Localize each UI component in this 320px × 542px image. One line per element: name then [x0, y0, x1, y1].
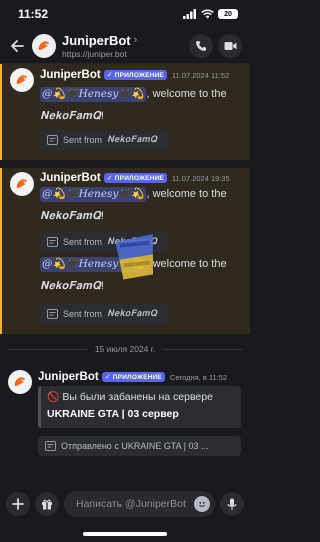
ban-text: Вы были забанены на сервере — [62, 391, 213, 403]
message-avatar[interactable] — [10, 68, 34, 92]
video-icon — [224, 41, 236, 50]
check-icon: ✓ — [106, 175, 113, 182]
arrow-left-icon[interactable] — [8, 37, 26, 55]
message-text: , welcome to the — [146, 188, 227, 200]
add-attachment-button[interactable] — [6, 492, 30, 516]
signal-icon — [183, 9, 196, 19]
server-icon — [45, 441, 56, 451]
message-punct: ! — [100, 280, 104, 292]
sent-from-label: Отправлено с UKRAINE GTA | 03 ... — [61, 441, 209, 451]
header-titles[interactable]: JuniperBot › https://juniper.bot — [62, 33, 184, 59]
sent-from-server: 𝐍𝐞𝐤𝐨𝐅𝐚𝐦𝐐 — [107, 309, 158, 319]
user-mention[interactable]: @💫🖤𝐻𝑒𝑛𝑒𝑠𝑦🖤💫 — [40, 187, 147, 202]
message-avatar[interactable] — [8, 370, 32, 394]
date-divider-label: 15 июля 2024 г. — [94, 344, 156, 354]
gift-icon — [42, 499, 52, 510]
sent-from-box[interactable]: Отправлено с UKRAINE GTA | 03 ... — [38, 436, 241, 456]
message-timestamp: Сегодня, в 11:52 — [169, 372, 228, 382]
app-badge: ✓ ПРИЛОЖЕНИЕ — [101, 372, 165, 382]
sent-from-box[interactable]: Sent from 𝐍𝐞𝐤𝐨𝐅𝐚𝐦𝐐 — [40, 304, 168, 324]
ban-embed: 🚫 Вы были забанены на сервере UKRAINE GT… — [38, 386, 241, 428]
message-author[interactable]: JuniperBot — [38, 371, 99, 383]
status-icons: 20 — [183, 9, 238, 19]
sent-from-box[interactable]: Sent from 𝐍𝐞𝐤𝐨𝐅𝐚𝐦𝐐 — [40, 130, 168, 150]
message-welcome-1[interactable]: JuniperBot ✓ ПРИЛОЖЕНИЕ 11.07.2024 11:52 … — [0, 64, 250, 160]
call-button[interactable] — [189, 33, 213, 58]
no-entry-icon: 🚫 — [47, 392, 60, 403]
message-content: @💫🖤𝐻𝑒𝑛𝑒𝑠𝑦🖤💫, welcome to the 𝐍𝐞𝐤𝐨𝐅𝐚𝐦𝐐! — [40, 184, 240, 227]
voice-message-button[interactable] — [220, 492, 244, 516]
check-icon: ✓ — [106, 72, 113, 79]
sent-from-label: Sent from — [63, 237, 103, 247]
bot-avatar[interactable] — [32, 33, 56, 58]
server-name: 𝐍𝐞𝐤𝐨𝐅𝐚𝐦𝐐 — [40, 109, 101, 122]
juniper-logo-icon — [16, 75, 27, 84]
message-header: JuniperBot ✓ ПРИЛОЖЕНИЕ 11.07.2024 11:52 — [40, 69, 229, 81]
check-icon: ✓ — [104, 374, 111, 381]
header-title-row: JuniperBot › — [62, 33, 184, 48]
phone-icon — [196, 40, 206, 51]
message-content: @💫🖤𝐻𝑒𝑛𝑒𝑠𝑦🖤💫, welcome to the 𝐍𝐞𝐤𝐨𝐅𝐚𝐦𝐐! — [40, 84, 240, 127]
divider-line — [8, 348, 87, 350]
emoji-icon[interactable] — [194, 496, 210, 512]
dm-header: JuniperBot › https://juniper.bot — [0, 28, 250, 64]
date-divider: 15 июля 2024 г. — [8, 344, 242, 354]
sent-from-server: 𝐍𝐞𝐤𝐨𝐅𝐚𝐦𝐐 — [107, 135, 158, 145]
message-header: JuniperBot ✓ ПРИЛОЖЕНИЕ Сегодня, в 11:52 — [38, 371, 227, 383]
app-badge: ✓ ПРИЛОЖЕНИЕ — [103, 173, 167, 183]
video-call-button[interactable] — [218, 33, 242, 58]
header-title: JuniperBot — [62, 32, 131, 48]
server-name: 𝐍𝐞𝐤𝐨𝐅𝐚𝐦𝐐 — [40, 279, 101, 292]
status-bar: 11:52 20 — [0, 0, 250, 28]
battery-icon: 20 — [218, 9, 238, 19]
message-timestamp: 11.07.2024 11:52 — [171, 70, 230, 80]
message-author[interactable]: JuniperBot — [40, 172, 101, 184]
message-timestamp: 11.07.2024 19:35 — [171, 173, 230, 183]
divider-line — [163, 348, 242, 350]
server-name: 𝐍𝐞𝐤𝐨𝐅𝐚𝐦𝐐 — [40, 209, 101, 222]
message-input-placeholder: Написать @JuniperBot — [76, 498, 186, 510]
message-punct: ! — [100, 110, 104, 122]
plus-icon — [12, 498, 24, 510]
home-indicator[interactable] — [83, 532, 167, 536]
battery-level: 20 — [224, 10, 232, 18]
sent-from-label: Sent from — [63, 135, 103, 145]
juniper-logo-icon — [16, 179, 27, 188]
user-mention[interactable]: @💫🖤𝐻𝑒𝑛𝑒𝑠𝑦🖤💫 — [40, 87, 147, 102]
message-input-bar: Написать @JuniperBot — [0, 486, 250, 522]
message-ban[interactable]: JuniperBot ✓ ПРИЛОЖЕНИЕ Сегодня, в 11:52 … — [0, 366, 250, 470]
ban-server-name: UKRAINE GTA | 03 сервер — [47, 408, 179, 420]
server-icon — [47, 135, 58, 145]
microphone-icon — [227, 498, 237, 510]
server-icon — [47, 309, 58, 319]
message-text: , welcome to the — [146, 88, 227, 100]
app-badge-label: ПРИЛОЖЕНИЕ — [114, 71, 164, 79]
app-badge-label: ПРИЛОЖЕНИЕ — [112, 373, 162, 381]
message-author[interactable]: JuniperBot — [40, 69, 101, 81]
ban-embed-line2: UKRAINE GTA | 03 сервер — [47, 406, 235, 423]
wifi-icon — [201, 9, 214, 19]
server-logo-sticker — [115, 234, 154, 280]
message-input[interactable]: Написать @JuniperBot — [64, 491, 215, 517]
gift-button[interactable] — [35, 492, 59, 516]
chevron-right-icon: › — [133, 34, 138, 46]
sent-from-label: Sent from — [63, 309, 103, 319]
message-header: JuniperBot ✓ ПРИЛОЖЕНИЕ 11.07.2024 19:35 — [40, 172, 230, 184]
app-badge: ✓ ПРИЛОЖЕНИЕ — [103, 70, 167, 80]
header-url: https://juniper.bot — [62, 48, 127, 59]
message-punct: ! — [100, 210, 104, 222]
juniper-logo-icon — [38, 40, 49, 50]
server-icon — [47, 237, 58, 247]
app-badge-label: ПРИЛОЖЕНИЕ — [114, 174, 164, 182]
ban-embed-line1: 🚫 Вы были забанены на сервере — [47, 389, 235, 406]
status-time: 11:52 — [18, 7, 49, 21]
message-avatar[interactable] — [10, 172, 34, 196]
juniper-logo-icon — [14, 377, 25, 386]
